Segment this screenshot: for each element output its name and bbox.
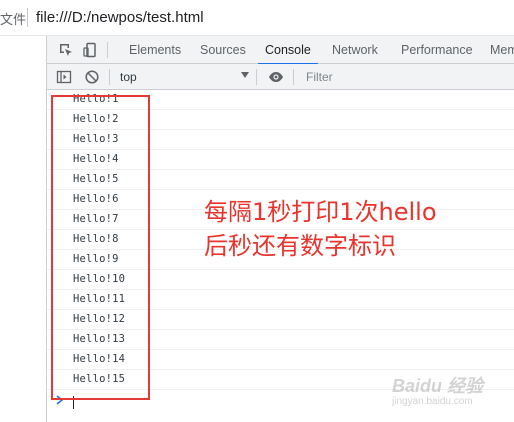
- tab-performance[interactable]: Performance: [401, 36, 473, 64]
- inspect-element-icon[interactable]: [58, 42, 74, 58]
- highlight-box: [51, 95, 150, 400]
- toolbar-divider: [109, 69, 110, 85]
- chevron-down-icon[interactable]: [241, 72, 249, 78]
- address-bar: 文件 file:///D:/newpos/test.html: [0, 0, 514, 36]
- clear-console-icon[interactable]: [84, 69, 100, 85]
- address-prefix: 文件: [0, 13, 27, 28]
- tab-sources[interactable]: Sources: [200, 36, 246, 64]
- annotation-line-1: 每隔1秒打印1次hello: [204, 198, 437, 226]
- devtools-tabbar: Elements Sources Console Network Perform…: [47, 36, 514, 65]
- device-toolbar-icon[interactable]: [82, 42, 98, 58]
- tab-memory[interactable]: Mem: [490, 36, 514, 64]
- console-toolbar: top Filter: [47, 64, 514, 90]
- annotation-line-2: 后秒还有数字标识: [204, 232, 396, 260]
- toolbar-divider: [256, 69, 257, 85]
- tab-network[interactable]: Network: [332, 36, 378, 64]
- tab-console[interactable]: Console: [258, 36, 318, 65]
- filter-input[interactable]: Filter: [300, 68, 514, 86]
- watermark-logo: Baidu 经验: [392, 376, 484, 396]
- watermark-url: jingyan.baidu.com: [392, 396, 473, 407]
- filter-placeholder: Filter: [306, 70, 333, 84]
- address-separator: [27, 8, 28, 27]
- tabbar-divider: [107, 42, 108, 58]
- sidebar-toggle-icon[interactable]: [56, 69, 72, 85]
- tab-elements[interactable]: Elements: [129, 36, 181, 64]
- toolbar-divider: [293, 69, 294, 85]
- url-field[interactable]: file:///D:/newpos/test.html: [36, 9, 204, 26]
- context-selector[interactable]: top: [120, 70, 137, 84]
- watermark: Baidu 经验 jingyan.baidu.com: [392, 372, 510, 412]
- eye-icon[interactable]: [268, 69, 284, 85]
